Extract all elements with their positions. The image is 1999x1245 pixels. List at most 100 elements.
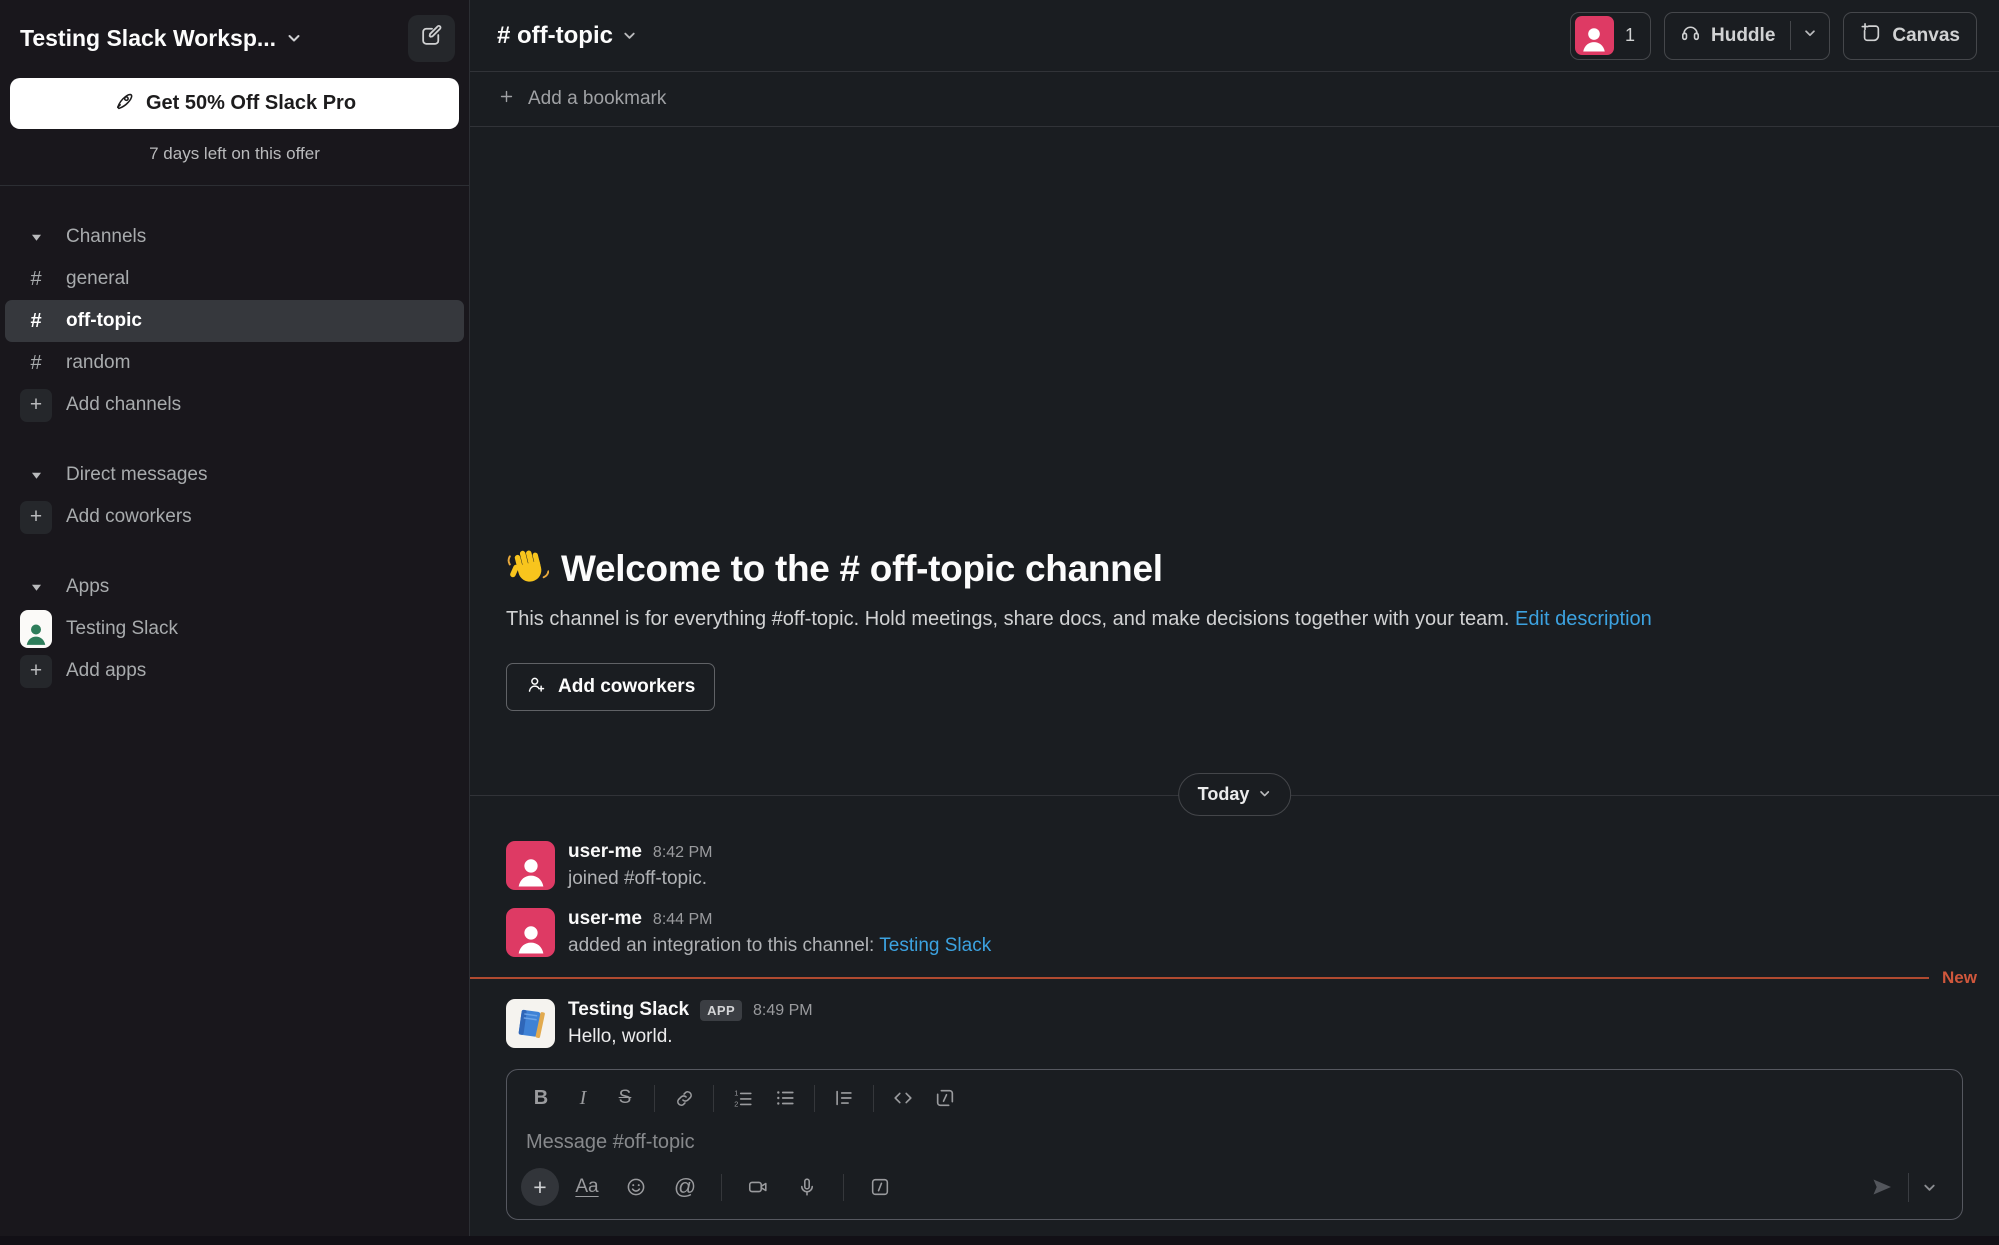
message-timestamp[interactable]: 8:49 PM [753,1002,813,1020]
svg-text:1: 1 [734,1089,738,1098]
sidebar-item-channel-off-topic[interactable]: # off-topic [5,300,464,342]
sidebar-item-channel-general[interactable]: # general [0,258,469,300]
caret-down-icon [20,469,52,482]
ordered-list-button[interactable]: 12 [722,1079,764,1117]
new-message-button[interactable] [408,15,455,62]
message-row[interactable]: Testing Slack APP 8:49 PM Hello, world. [470,990,1999,1057]
workspace-header: Testing Slack Worksp... [0,0,469,76]
add-bookmark-button[interactable]: Add a bookmark [470,72,1999,127]
add-coworkers-label: Add coworkers [66,506,192,528]
add-channels-button[interactable]: + Add channels [0,384,469,426]
attach-button[interactable]: + [521,1168,559,1206]
huddle-split-button: Huddle [1664,12,1830,60]
add-coworkers-button[interactable]: + Add coworkers [0,496,469,538]
strikethrough-button[interactable]: S [604,1079,646,1117]
workspace-name: Testing Slack Worksp... [20,25,276,52]
direct-messages-label: Direct messages [66,464,208,486]
link-button[interactable] [663,1079,705,1117]
add-coworkers-button-label: Add coworkers [558,676,695,698]
mention-button[interactable]: @ [664,1168,706,1206]
sidebar-nav: Channels # general # off-topic # random … [0,186,469,692]
send-button[interactable] [1861,1168,1903,1206]
message-list: user-me 8:42 PM joined #off-topic. user-… [470,816,1999,1057]
blockquote-button[interactable] [823,1079,865,1117]
message-row[interactable]: user-me 8:44 PM added an integration to … [470,899,1999,966]
audio-clip-button[interactable] [786,1168,828,1206]
message-input[interactable] [526,1131,1943,1154]
chevron-down-icon [622,22,637,50]
canvas-label: Canvas [1892,25,1960,47]
canvas-icon [1860,22,1882,50]
message-author[interactable]: user-me [568,841,642,863]
sidebar-item-app-testing-slack[interactable]: Testing Slack [0,608,469,650]
caret-down-icon [20,231,52,244]
canvas-button[interactable]: Canvas [1843,12,1977,60]
message-author[interactable]: Testing Slack [568,999,689,1021]
emoji-button[interactable] [615,1168,657,1206]
plus-icon: + [20,501,52,534]
sidebar-item-channel-random[interactable]: # random [0,342,469,384]
bullet-list-button[interactable] [764,1079,806,1117]
sidebar: Testing Slack Worksp... Get 50% Off Slac… [0,0,470,1236]
add-coworkers-channel-button[interactable]: Add coworkers [506,663,715,711]
date-divider-button[interactable]: Today [1178,773,1292,816]
message-author[interactable]: user-me [568,908,642,930]
integration-link[interactable]: Testing Slack [879,935,991,956]
window-bottom-edge [0,1236,1999,1245]
schedule-send-button[interactable] [1914,1168,1944,1206]
workspace-switcher[interactable]: Testing Slack Worksp... [20,25,302,52]
toolbar-divider [843,1174,844,1201]
compose-icon [419,23,444,53]
plus-icon: + [20,655,52,688]
code-block-button[interactable] [924,1079,966,1117]
app-message-avatar[interactable] [506,999,555,1048]
apps-section-label: Apps [66,576,109,598]
welcome-heading: Welcome to the # off-topic channel [506,545,1963,593]
channel-title-button[interactable]: # off-topic [497,22,637,50]
composer-input-row [507,1117,1962,1158]
huddle-options-button[interactable] [1791,26,1829,45]
formatting-toolbar: B I S 12 [507,1070,1962,1117]
shortcuts-button[interactable] [859,1168,901,1206]
user-avatar[interactable] [506,841,555,890]
app-label: Testing Slack [66,618,178,640]
message-text: joined #off-topic. [568,868,713,890]
offer-countdown-text: 7 days left on this offer [10,144,459,164]
edit-description-link[interactable]: Edit description [1515,608,1652,630]
italic-button[interactable]: I [562,1079,604,1117]
user-avatar[interactable] [506,908,555,957]
date-divider-label: Today [1198,784,1250,805]
code-button[interactable] [882,1079,924,1117]
message-timestamp[interactable]: 8:42 PM [653,844,713,862]
date-divider: Today [470,773,1999,816]
video-clip-button[interactable] [737,1168,779,1206]
huddle-label: Huddle [1711,25,1775,47]
app-badge: APP [700,1000,742,1021]
headphones-icon [1680,22,1701,49]
message-timestamp[interactable]: 8:44 PM [653,911,713,929]
message-row[interactable]: user-me 8:42 PM joined #off-topic. [470,832,1999,899]
huddle-button[interactable]: Huddle [1665,22,1790,49]
channel-welcome-block: Welcome to the # off-topic channel This … [470,545,1999,711]
svg-text:2: 2 [734,1100,738,1109]
channels-section-header[interactable]: Channels [0,216,469,258]
welcome-title-text: Welcome to the # off-topic channel [561,548,1163,590]
direct-messages-section-header[interactable]: Direct messages [0,454,469,496]
add-apps-button[interactable]: + Add apps [0,650,469,692]
get-slack-pro-button[interactable]: Get 50% Off Slack Pro [10,78,459,129]
formatting-toggle-button[interactable]: Aa [566,1168,608,1206]
section-gap [0,538,469,566]
bold-button[interactable]: B [520,1079,562,1117]
hash-icon: # [20,310,52,333]
toolbar-divider [654,1085,655,1112]
add-channels-label: Add channels [66,394,181,416]
chevron-down-icon [1258,784,1271,805]
hash-icon: # [20,352,52,375]
channel-label: random [66,352,130,374]
send-divider [1908,1173,1909,1202]
waving-hand-emoji [506,545,549,593]
apps-section-header[interactable]: Apps [0,566,469,608]
channel-header: # off-topic 1 Huddle [470,0,1999,72]
message-history: Welcome to the # off-topic channel This … [470,127,1999,1236]
member-count-button[interactable]: 1 [1570,12,1651,60]
